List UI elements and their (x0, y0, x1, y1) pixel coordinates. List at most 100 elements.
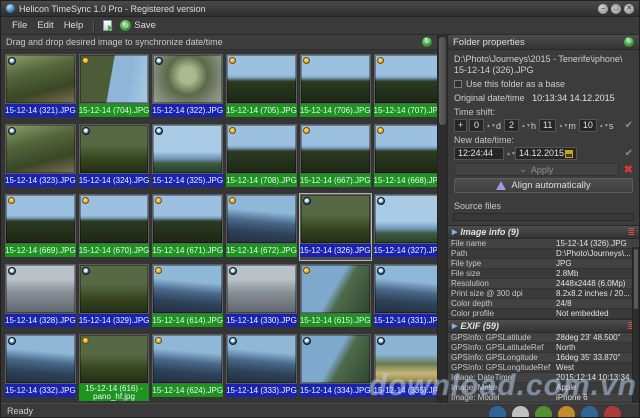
photo-cell[interactable]: 15-12-14 (323).JPG (5, 124, 76, 190)
property-value: West (553, 363, 639, 373)
photo-cell[interactable]: 15-12-14 (328).JPG (5, 264, 76, 330)
photo-cell[interactable]: 15-12-14 (704).JPG (79, 54, 150, 120)
photo-cell[interactable]: 15-12-14 (334).JPG (300, 334, 371, 400)
time-shift-minutes-field[interactable]: 11 (539, 119, 556, 132)
photo-filename: 15-12-14 (334).JPG (300, 384, 371, 397)
photo-filename: 15-12-14 (333).JPG (226, 384, 297, 397)
new-datetime-confirm-icon[interactable]: ✔ (625, 148, 633, 159)
collapse-arrow-icon[interactable]: ▶ (452, 322, 457, 330)
photo-cell[interactable]: 15-12-14 (329).JPG (79, 264, 150, 330)
selected-file-path: D:\Photo\Journeys\2015 - Tenerife\iphone… (454, 54, 633, 65)
photo-cell[interactable]: 15-12-14 (668).JPG (374, 124, 437, 190)
property-value: JPG (553, 259, 639, 269)
grid-scrollbar[interactable] (437, 35, 447, 403)
refresh-icon[interactable]: ↻ (422, 37, 432, 47)
photo-cell[interactable]: 15-12-14 (333).JPG (226, 334, 297, 400)
minutes-unit: m (567, 121, 577, 131)
folder-refresh-icon[interactable]: ↻ (624, 37, 634, 47)
hours-unit: h (530, 121, 537, 131)
photo-filename: 15-12-14 (324).JPG (79, 174, 150, 187)
photo-cell[interactable]: 15-12-14 (335).JPG (374, 334, 437, 400)
photo-thumbnail (5, 264, 76, 314)
photo-thumbnail (152, 264, 223, 314)
cancel-icon[interactable]: ✖ (624, 163, 633, 176)
seconds-spinner[interactable]: ▲▼ (599, 124, 606, 128)
photo-cell[interactable]: 15-12-14 (331).JPG (374, 264, 437, 330)
minutes-spinner[interactable]: ▲▼ (558, 124, 565, 128)
new-time-field[interactable]: 12:24:44 (454, 147, 504, 160)
photo-cell[interactable]: 15-12-14 (327).JPG (374, 194, 437, 260)
open-images-button[interactable] (99, 19, 116, 32)
save-button[interactable]: ↻ Save (116, 19, 160, 32)
photo-cell[interactable]: 15-12-14 (705).JPG (226, 54, 297, 120)
camera-badge-icon (377, 337, 385, 345)
photo-cell[interactable]: 15-12-14 (330).JPG (226, 264, 297, 330)
new-date-field[interactable]: 14.12.2015 (515, 147, 577, 160)
camera-badge-icon (8, 57, 16, 65)
exif-row: GPSInfo: GPSLongitudeRefWest (448, 363, 639, 373)
minimize-button[interactable]: – (598, 4, 608, 14)
expand-arrow-icon[interactable]: ▶ (457, 219, 462, 222)
calendar-icon[interactable] (565, 150, 573, 158)
photo-cell[interactable]: 15-12-14 (614).JPG (152, 264, 223, 330)
maximize-button[interactable]: □ (611, 4, 621, 14)
property-key: File name (448, 239, 553, 249)
property-key: GPSInfo: GPSLongitude (448, 353, 553, 363)
panel-scrollbar-thumb[interactable] (634, 249, 638, 309)
exif-header[interactable]: ▶ EXIF (59) ≣ (448, 319, 639, 333)
photo-cell[interactable]: 15-12-14 (322).JPG (152, 54, 223, 120)
image-info-row: Print size @ 300 dpi8.2x8.2 inches / 20.… (448, 289, 639, 299)
app-icon (6, 4, 15, 13)
section-menu-icon[interactable]: ≣ (627, 227, 635, 238)
new-time-spinner[interactable]: ▲▼ (506, 152, 513, 156)
photo-cell[interactable]: 15-12-14 (616) - pano_hf.jpg (79, 334, 150, 400)
photo-cell[interactable]: 15-12-14 (667).JPG (300, 124, 371, 190)
use-base-label: Use this folder as a base (466, 79, 565, 89)
save-sync-icon: ↻ (120, 20, 131, 31)
image-info-title: Image info (9) (460, 227, 519, 237)
phone-badge-icon (303, 57, 310, 64)
photo-cell[interactable]: 15-12-14 (669).JPG (5, 194, 76, 260)
close-button[interactable]: ✕ (624, 4, 634, 14)
photo-thumbnail (152, 194, 223, 244)
align-automatically-button[interactable]: Align automatically (454, 178, 633, 193)
photo-cell[interactable]: 15-12-14 (615).JPG (300, 264, 371, 330)
photo-cell[interactable]: 15-12-14 (707).JPG (374, 54, 437, 120)
days-spinner[interactable]: ▲▼ (486, 124, 493, 128)
photo-cell[interactable]: 15-12-14 (332).JPG (5, 334, 76, 400)
source-file-item[interactable]: ▶D800 (D:\Photo\Journeys\2015 - Tenerife… (457, 217, 630, 221)
grid-scrollbar-thumb[interactable] (439, 37, 446, 125)
menu-edit[interactable]: Edit (32, 18, 58, 33)
photo-cell[interactable]: 15-12-14 (321).JPG (5, 54, 76, 120)
photo-cell[interactable]: 15-12-14 (671).JPG (152, 194, 223, 260)
camera-badge-icon (8, 127, 16, 135)
time-shift-hours-field[interactable]: 2 (504, 119, 519, 132)
photo-cell[interactable]: 15-12-14 (706).JPG (300, 54, 371, 120)
phone-badge-icon (229, 57, 236, 64)
photo-thumbnail (5, 124, 76, 174)
time-shift-confirm-icon[interactable]: ✔ (625, 120, 633, 131)
menu-file[interactable]: File (7, 18, 32, 33)
main-area: Drag and drop desired image to synchroni… (1, 35, 639, 403)
hours-spinner[interactable]: ▲▼ (521, 124, 528, 128)
apply-button[interactable]: ⌄ Apply (454, 163, 619, 176)
time-shift-days-field[interactable]: 0 (469, 119, 484, 132)
time-shift-sign-field[interactable]: + (454, 119, 467, 132)
panel-scrollbar[interactable] (632, 247, 639, 403)
photo-cell[interactable]: 15-12-14 (325).JPG (152, 124, 223, 190)
exif-row: Image: MakeApple (448, 383, 639, 393)
source-files-list: ▶D800 (D:\Photo\Journeys\2015 - Tenerife… (453, 213, 634, 221)
photo-cell[interactable]: 15-12-14 (670).JPG (79, 194, 150, 260)
use-base-checkbox[interactable] (454, 80, 462, 88)
collapse-arrow-icon[interactable]: ▶ (452, 228, 457, 236)
menu-help[interactable]: Help (59, 18, 89, 33)
phone-badge-icon (82, 197, 89, 204)
photo-cell[interactable]: 15-12-14 (324).JPG (79, 124, 150, 190)
time-shift-seconds-field[interactable]: 10 (579, 119, 597, 132)
photo-cell[interactable]: 15-12-14 (624).JPG (152, 334, 223, 400)
photo-cell[interactable]: 15-12-14 (326).JPG (300, 194, 371, 260)
exif-title: EXIF (59) (460, 321, 499, 331)
image-info-header[interactable]: ▶ Image info (9) ≣ (448, 225, 639, 239)
photo-cell[interactable]: 15-12-14 (672).JPG (226, 194, 297, 260)
photo-cell[interactable]: 15-12-14 (708).JPG (226, 124, 297, 190)
